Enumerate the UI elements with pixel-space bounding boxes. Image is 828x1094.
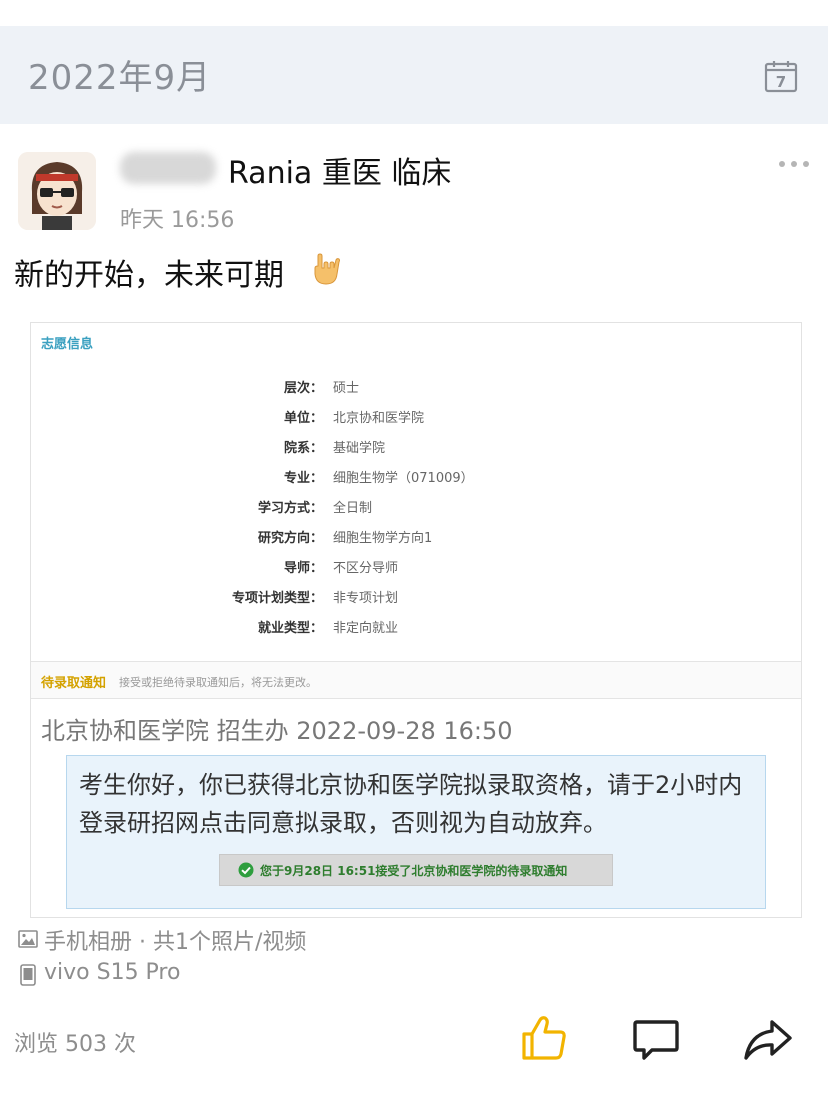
info-value: 细胞生物学（071009） <box>333 471 474 486</box>
info-value: 非专项计划 <box>333 591 399 606</box>
info-row: 院系： 基础学院 <box>31 437 801 457</box>
accept-status-bar: 您于9月28日 16:51接受了北京协和医学院的待录取通知 <box>219 854 613 886</box>
info-row: 导师： 不区分导师 <box>31 557 801 577</box>
admission-screenshot[interactable]: 志愿信息 层次： 硕士 单位： 北京协和医学院 院系： 基础学院 专业： 细胞生… <box>30 322 802 918</box>
info-value: 非定向就业 <box>333 621 399 636</box>
school-line: 北京协和医学院 招生办 2022-09-28 16:50 <box>41 717 513 745</box>
post-text: 新的开始，未来可期 <box>14 258 284 293</box>
info-value: 北京协和医学院 <box>333 411 425 426</box>
section-header: 志愿信息 <box>31 323 801 360</box>
message-box: 考生你好，你已获得北京协和医学院拟录取资格，请于2小时内登录研招网点击同意拟录取… <box>66 755 766 909</box>
info-label: 就业类型： <box>257 621 323 636</box>
info-table: 层次： 硕士 单位： 北京协和医学院 院系： 基础学院 专业： 细胞生物学（07… <box>31 359 801 661</box>
info-value: 细胞生物学方向1 <box>333 531 433 546</box>
thumbs-up-icon[interactable] <box>520 1014 568 1062</box>
info-value: 不区分导师 <box>333 561 399 576</box>
info-row: 研究方向： 细胞生物学方向1 <box>31 527 801 547</box>
rock-hand-emoji-icon <box>314 253 340 285</box>
message-text: 考生你好，你已获得北京协和医学院拟录取资格，请于2小时内登录研招网点击同意拟录取… <box>79 771 743 837</box>
info-row: 层次： 硕士 <box>31 377 801 397</box>
info-value: 硕士 <box>333 381 360 396</box>
top-strip <box>0 0 828 26</box>
device-name: vivo S15 Pro <box>44 960 181 985</box>
info-row: 专业： 细胞生物学（071009） <box>31 467 801 487</box>
comment-icon[interactable] <box>632 1018 680 1062</box>
author-name[interactable]: Rania 重医 临床 <box>228 148 451 192</box>
info-label: 层次： <box>283 381 323 396</box>
photo-icon <box>18 930 38 948</box>
calendar-day: 7 <box>776 73 786 91</box>
month-title: 2022年9月 <box>28 58 212 98</box>
info-label: 研究方向： <box>257 531 323 546</box>
photo-source[interactable]: 手机相册 · 共1个照片/视频 <box>44 924 306 956</box>
notice-title: 待录取通知 <box>41 676 107 691</box>
share-icon[interactable] <box>742 1018 794 1062</box>
notice-bar: 待录取通知 接受或拒绝待录取通知后，将无法更改。 <box>31 661 801 699</box>
accept-text: 您于9月28日 16:51接受了北京协和医学院的待录取通知 <box>260 864 568 878</box>
check-circle-icon <box>238 862 254 878</box>
notice-hint: 接受或拒绝待录取通知后，将无法更改。 <box>119 676 317 689</box>
info-label: 导师： <box>283 561 323 576</box>
month-header: 2022年9月 7 <box>0 26 828 124</box>
blurred-author-name <box>120 152 216 184</box>
calendar-icon[interactable]: 7 <box>764 59 798 93</box>
info-row: 学习方式： 全日制 <box>31 497 801 517</box>
info-row: 专项计划类型： 非专项计划 <box>31 587 801 607</box>
info-value: 全日制 <box>333 501 373 516</box>
post-time: 昨天 16:56 <box>120 208 235 233</box>
more-icon[interactable] <box>776 156 816 172</box>
info-label: 院系： <box>283 441 323 456</box>
info-label: 专业： <box>283 471 323 486</box>
info-label: 单位： <box>283 411 323 426</box>
phone-icon <box>20 964 36 986</box>
info-row: 就业类型： 非定向就业 <box>31 617 801 637</box>
section-title: 志愿信息 <box>41 337 94 352</box>
info-label: 专项计划类型： <box>231 591 323 606</box>
info-value: 基础学院 <box>333 441 386 456</box>
info-row: 单位： 北京协和医学院 <box>31 407 801 427</box>
post-card: Rania 重医 临床 昨天 16:56 新的开始，未来可期 志愿信息 层次： … <box>0 124 828 1094</box>
info-label: 学习方式： <box>257 501 323 516</box>
avatar[interactable] <box>18 152 96 230</box>
view-count: 浏览 503 次 <box>14 1032 136 1057</box>
